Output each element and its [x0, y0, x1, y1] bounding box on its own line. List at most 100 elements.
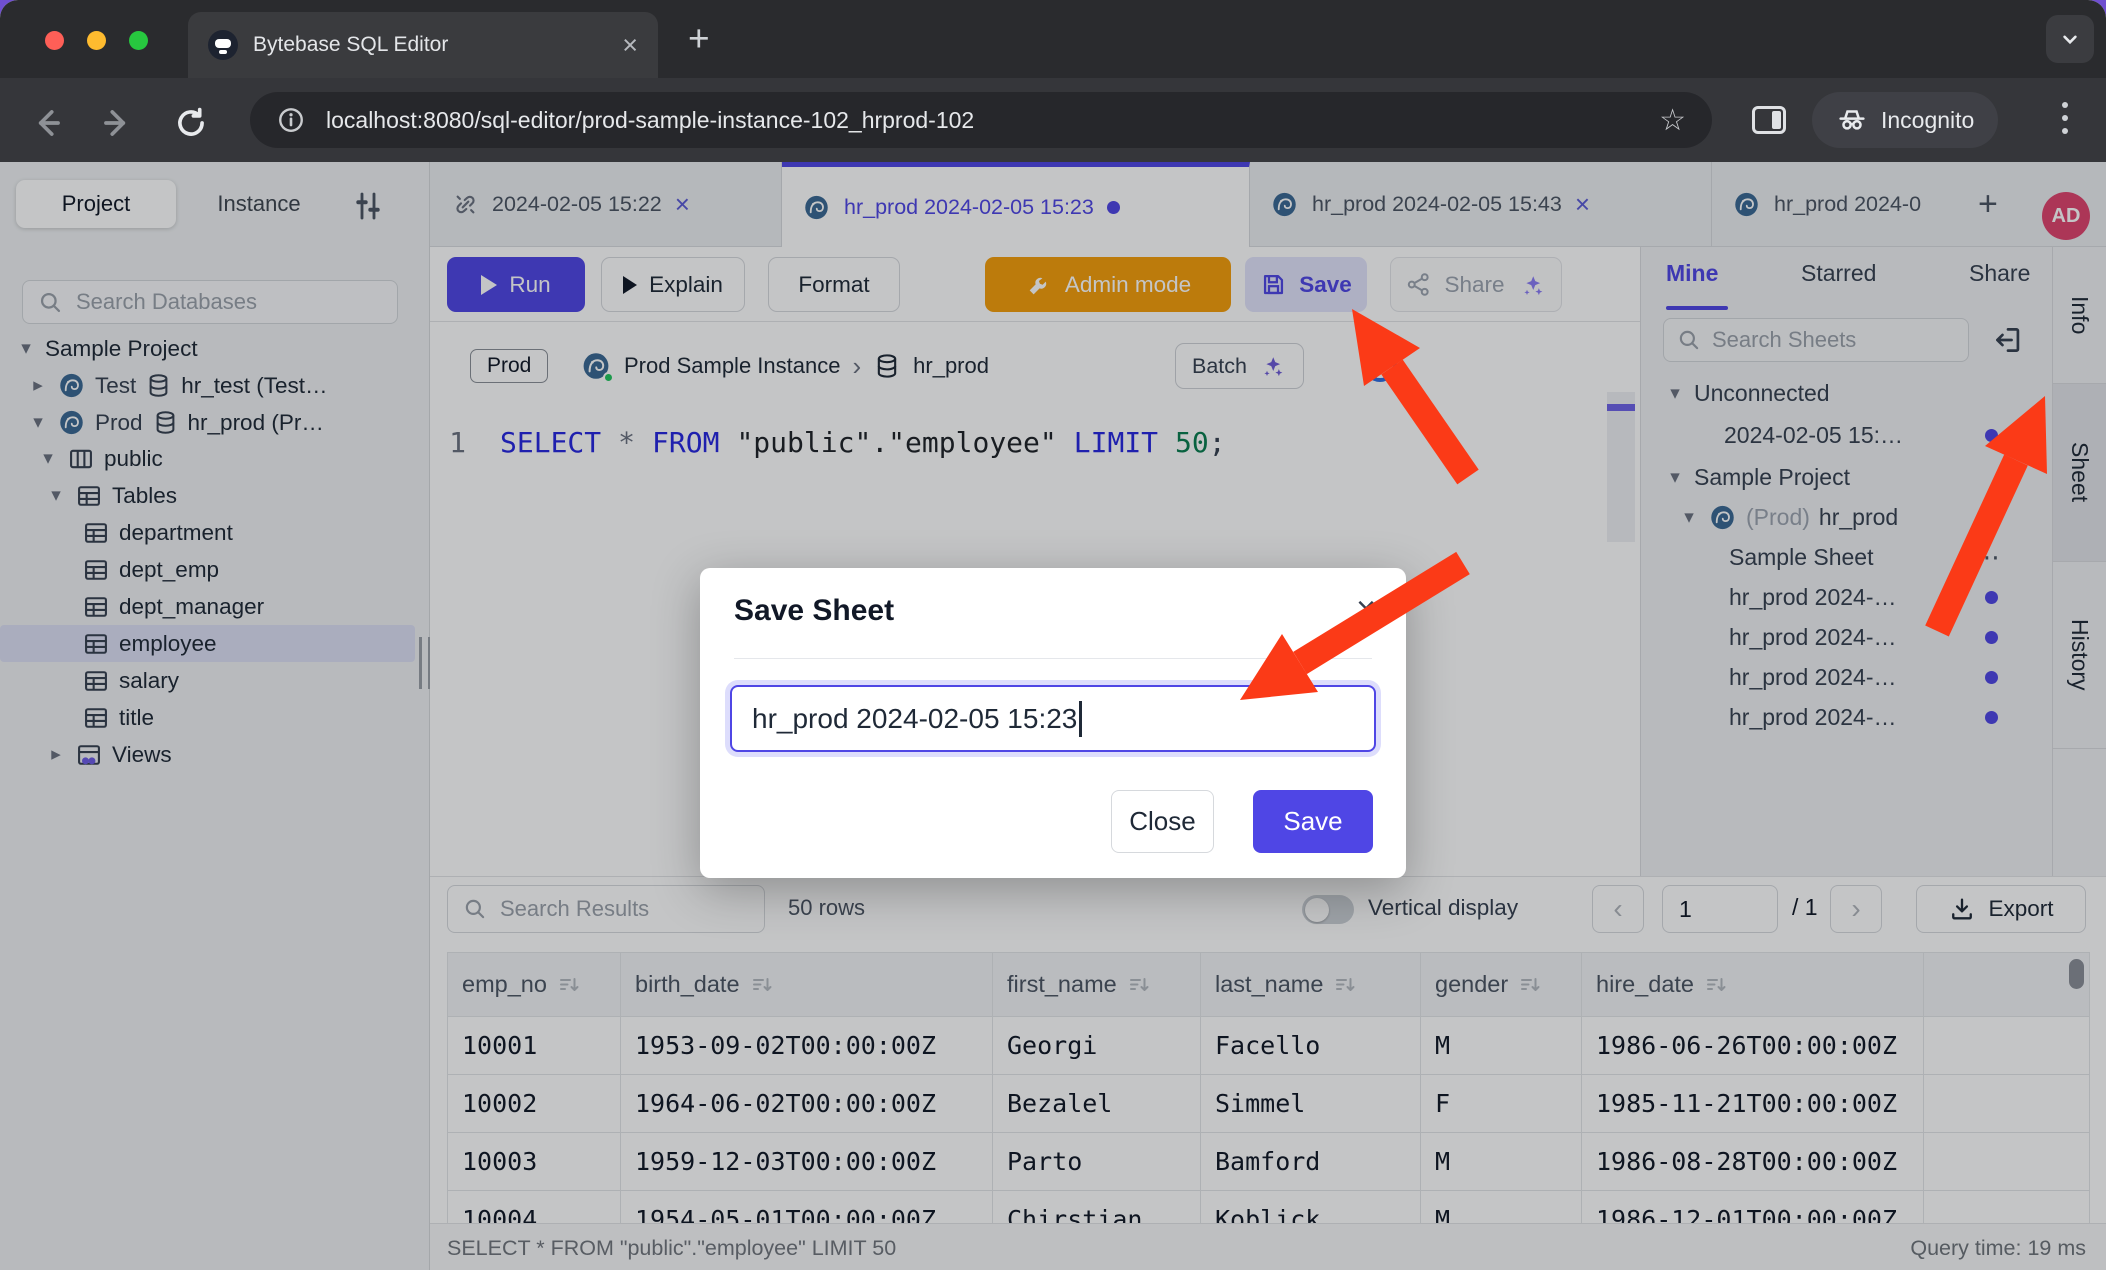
cell[interactable]: Simmel [1201, 1075, 1421, 1133]
sql-code-line[interactable]: 1 SELECT * FROM "public"."employee" LIMI… [430, 422, 1640, 462]
rail-tab-history[interactable]: History [2053, 562, 2106, 749]
tree-item-table-employee[interactable]: employee [0, 625, 415, 662]
caret-right-icon[interactable]: ▸ [28, 374, 48, 397]
tree-item-tables[interactable]: ▾ Tables [0, 477, 415, 514]
close-modal-icon[interactable]: × [1356, 592, 1376, 626]
sheet-tab-2-active[interactable]: hr_prod 2024-02-05 15:23 [782, 162, 1250, 247]
table-row[interactable]: 100021964-06-02T00:00:00ZBezalelSimmelF1… [448, 1075, 2090, 1133]
sheet-tab-4[interactable]: hr_prod 2024-0 [1712, 162, 1962, 247]
bookmark-star-icon[interactable]: ☆ [1659, 103, 1686, 138]
run-button[interactable]: Run [447, 257, 585, 312]
close-sheet-tab-icon[interactable]: × [1575, 189, 1590, 220]
caret-down-icon[interactable]: ▾ [1665, 466, 1685, 489]
caret-down-icon[interactable]: ▾ [1665, 382, 1685, 405]
sheet-group-prod-hr-prod[interactable]: ▾ (Prod) hr_prod [1641, 497, 2046, 537]
sheet-item[interactable]: hr_prod 2024-… [1641, 697, 2046, 737]
database-name[interactable]: hr_prod [913, 353, 989, 379]
explain-button[interactable]: Explain [601, 257, 745, 312]
admin-mode-button[interactable]: Admin mode [985, 257, 1231, 312]
sheet-item[interactable]: hr_prod 2024-… [1641, 577, 2046, 617]
close-sheet-tab-icon[interactable]: × [675, 189, 690, 220]
table-row[interactable]: 100041954-05-01T00:00:00ZChirstianKoblic… [448, 1191, 2090, 1223]
save-button[interactable]: Save [1245, 257, 1367, 312]
minimize-window-button[interactable] [87, 31, 106, 50]
cell[interactable]: M [1421, 1191, 1582, 1223]
caret-down-icon[interactable]: ▾ [38, 447, 58, 470]
column-header[interactable]: emp_no [448, 953, 621, 1017]
sort-icon[interactable] [557, 973, 581, 997]
cell[interactable]: Bezalel [993, 1075, 1201, 1133]
sheet-item[interactable]: hr_prod 2024-… [1641, 657, 2046, 697]
reload-icon[interactable] [172, 104, 210, 142]
sheet-item[interactable]: Sample Sheet ⋯ [1641, 537, 2046, 577]
page-input[interactable] [1662, 885, 1778, 933]
sort-icon[interactable] [750, 973, 774, 997]
more-actions-icon[interactable]: ⋯ [1974, 542, 2002, 573]
tab-instance[interactable]: Instance [200, 180, 318, 228]
rail-tab-info[interactable]: Info [2053, 247, 2106, 384]
caret-down-icon[interactable]: ▾ [46, 484, 66, 507]
close-tab-icon[interactable]: × [622, 32, 638, 59]
tree-item-table-salary[interactable]: salary [0, 662, 415, 699]
results-table[interactable]: emp_no birth_date first_name last_name g… [447, 952, 2090, 1223]
new-tab-button[interactable]: + [688, 18, 710, 60]
cell[interactable]: Georgi [993, 1017, 1201, 1075]
cell[interactable]: 1954-05-01T00:00:00Z [621, 1191, 993, 1223]
sheet-item[interactable]: hr_prod 2024-… [1641, 617, 2046, 657]
url-bar[interactable]: localhost:8080/sql-editor/prod-sample-in… [250, 92, 1712, 148]
modal-save-button[interactable]: Save [1253, 790, 1373, 853]
tree-item-table-dept-emp[interactable]: dept_emp [0, 551, 415, 588]
next-page-button[interactable]: › [1830, 885, 1882, 933]
back-icon[interactable] [28, 104, 66, 142]
browser-menu-icon[interactable] [2062, 102, 2068, 108]
new-sheet-tab-button[interactable]: + [1978, 162, 1998, 247]
sheet-title-input[interactable]: hr_prod 2024-02-05 15:23 [730, 685, 1376, 752]
instance-name[interactable]: Prod Sample Instance [624, 353, 840, 379]
vertical-display-toggle[interactable] [1302, 895, 1354, 924]
cell[interactable]: M [1421, 1133, 1582, 1191]
search-results-input[interactable]: Search Results [447, 885, 765, 933]
cell[interactable]: Koblick [1201, 1191, 1421, 1223]
sort-icon[interactable] [1127, 973, 1151, 997]
zoom-window-button[interactable] [129, 31, 148, 50]
batch-button[interactable]: Batch [1175, 343, 1304, 389]
sheet-tab-3[interactable]: hr_prod 2024-02-05 15:43 × [1250, 162, 1712, 247]
tab-starred[interactable]: Starred [1801, 260, 1876, 287]
cell[interactable]: 1953-09-02T00:00:00Z [621, 1017, 993, 1075]
cell[interactable]: 1986-08-28T00:00:00Z [1582, 1133, 1924, 1191]
sheet-group-unconnected[interactable]: ▾ Unconnected [1641, 373, 2046, 413]
editor-overview-ruler[interactable] [1607, 392, 1635, 542]
tree-item-schema-public[interactable]: ▾ public [0, 440, 415, 477]
tree-item-sample-project[interactable]: ▾ Sample Project [0, 330, 415, 367]
forward-icon[interactable] [98, 104, 136, 142]
tree-item-hr-test[interactable]: ▸ Test hr_test (Test… [0, 367, 415, 404]
tree-item-table-department[interactable]: department [0, 514, 415, 551]
tab-project[interactable]: Project [16, 180, 176, 228]
cell[interactable]: 1964-06-02T00:00:00Z [621, 1075, 993, 1133]
column-header[interactable]: birth_date [621, 953, 993, 1017]
caret-down-icon[interactable]: ▾ [28, 411, 48, 434]
tree-item-table-dept-manager[interactable]: dept_manager [0, 588, 415, 625]
cell[interactable]: 10002 [448, 1075, 621, 1133]
cell[interactable]: 1986-12-01T00:00:00Z [1582, 1191, 1924, 1223]
format-button[interactable]: Format [768, 257, 900, 312]
cell[interactable]: Parto [993, 1133, 1201, 1191]
browser-tab[interactable]: Bytebase SQL Editor × [188, 12, 658, 78]
tab-share[interactable]: Share [1969, 260, 2030, 287]
filter-sliders-icon[interactable] [350, 188, 386, 224]
search-sheets-input[interactable]: Search Sheets [1663, 318, 1969, 362]
caret-right-icon[interactable]: ▸ [46, 743, 66, 766]
tree-item-table-title[interactable]: title [0, 699, 415, 736]
close-window-button[interactable] [45, 31, 64, 50]
column-header[interactable]: gender [1421, 953, 1582, 1017]
export-button[interactable]: Export [1916, 885, 2086, 933]
column-header[interactable]: hire_date [1582, 953, 1924, 1017]
tab-list-button[interactable] [2046, 15, 2094, 63]
prev-page-button[interactable]: ‹ [1592, 885, 1644, 933]
cell[interactable]: 1986-06-26T00:00:00Z [1582, 1017, 1924, 1075]
rail-tab-sheet[interactable]: Sheet [2053, 384, 2106, 562]
side-panel-icon[interactable] [1752, 106, 1786, 134]
share-button[interactable]: Share [1390, 257, 1562, 312]
tree-item-views[interactable]: ▸ Views [0, 736, 415, 773]
sheet-group-sample-project[interactable]: ▾ Sample Project [1641, 457, 2046, 497]
